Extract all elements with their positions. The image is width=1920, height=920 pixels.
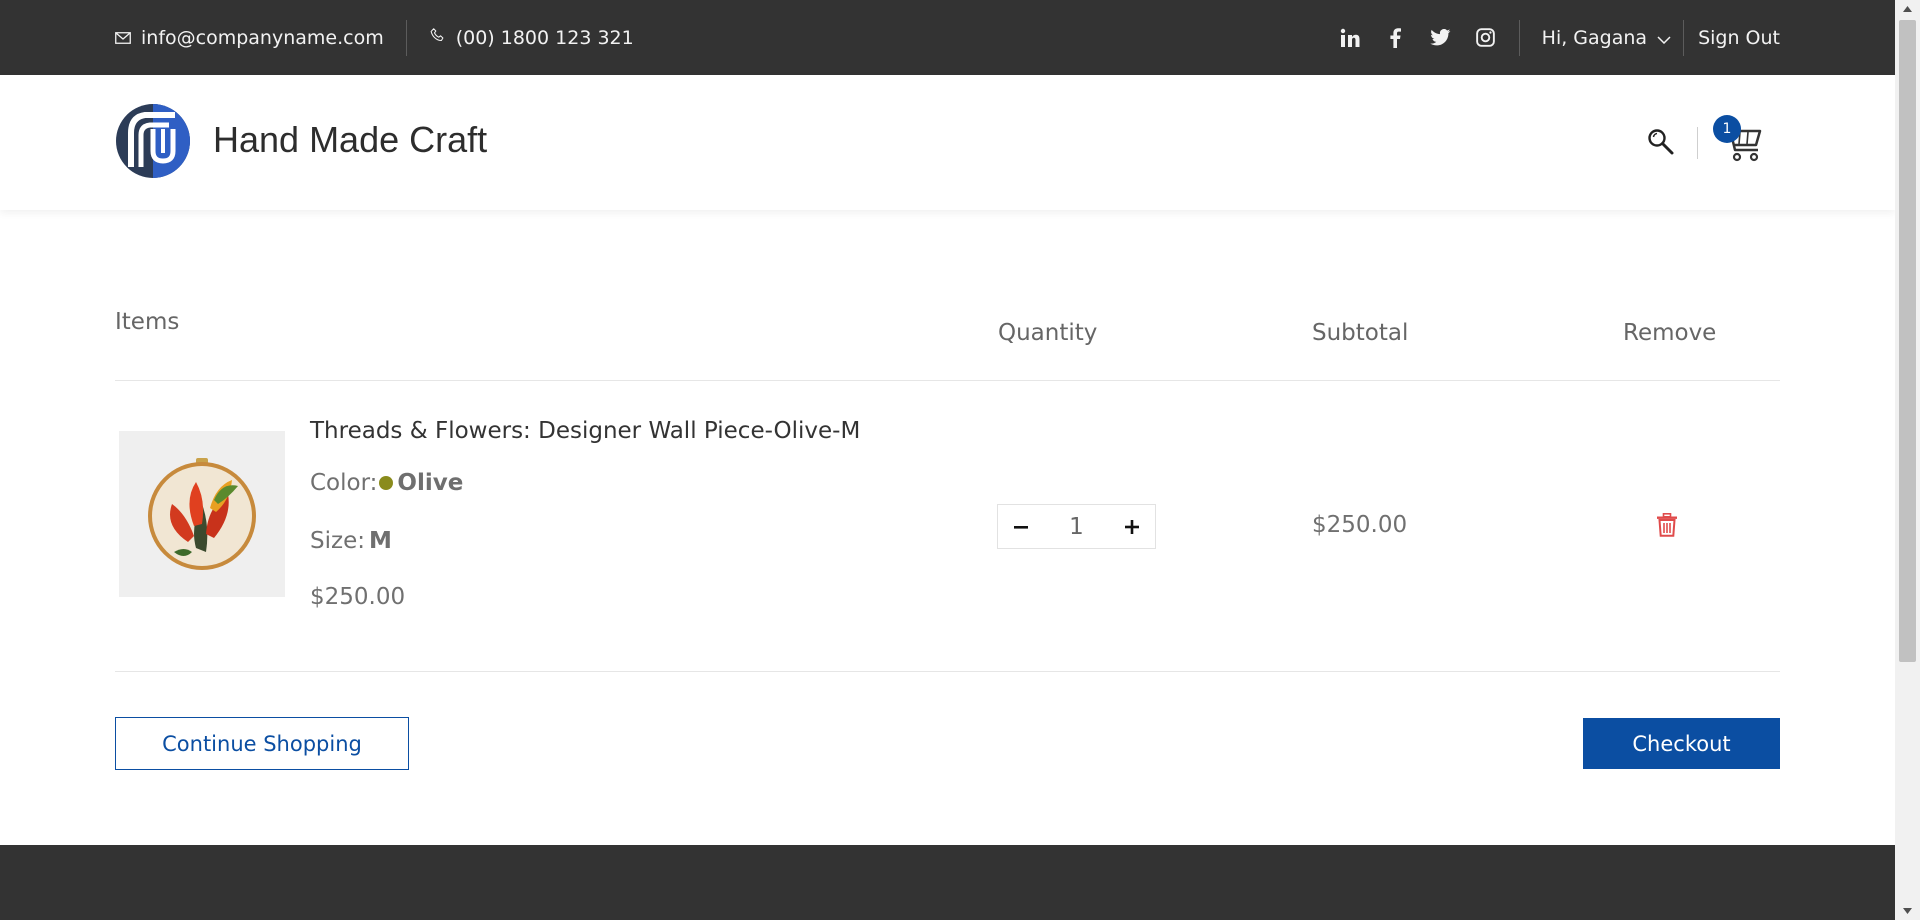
cart-count-badge: 1 xyxy=(1713,115,1741,143)
table-divider xyxy=(115,671,1780,672)
phone-icon xyxy=(429,27,446,49)
scroll-up-arrow-icon[interactable] xyxy=(1895,0,1920,18)
quantity-column-header: Quantity xyxy=(998,320,1098,346)
phone-text: (00) 1800 123 321 xyxy=(455,26,634,49)
product-size: Size: M xyxy=(310,528,392,554)
size-label: Size: xyxy=(310,528,365,554)
instagram-icon[interactable] xyxy=(1474,26,1497,49)
phone-contact[interactable]: (00) 1800 123 321 xyxy=(429,27,634,49)
quantity-stepper xyxy=(997,504,1156,549)
linkedin-icon[interactable] xyxy=(1339,26,1362,49)
user-greeting: Hi, Gagana xyxy=(1541,26,1648,49)
trash-icon[interactable] xyxy=(1656,513,1678,537)
divider xyxy=(405,19,407,56)
vertical-scrollbar[interactable] xyxy=(1895,0,1920,920)
social-links xyxy=(1339,26,1497,49)
unit-price: $250.00 xyxy=(310,584,406,610)
contact-info: info@companyname.com (00) 1800 123 321 xyxy=(115,0,634,75)
site-footer xyxy=(0,845,1895,920)
product-color: Color: Olive xyxy=(310,470,463,496)
continue-shopping-button[interactable]: Continue Shopping xyxy=(115,717,409,770)
email-contact[interactable]: info@companyname.com xyxy=(115,27,384,49)
minus-icon xyxy=(1014,525,1028,529)
mail-icon xyxy=(115,27,131,49)
search-icon[interactable] xyxy=(1646,127,1676,157)
plus-icon xyxy=(1125,519,1139,534)
size-value: M xyxy=(368,528,392,554)
facebook-icon[interactable] xyxy=(1384,26,1407,49)
remove-column-header: Remove xyxy=(1623,320,1717,346)
brand-name[interactable]: Hand Made Craft xyxy=(213,119,487,161)
table-divider xyxy=(115,380,1780,381)
items-column-header: Items xyxy=(115,309,180,335)
checkout-button[interactable]: Checkout xyxy=(1583,718,1780,769)
color-swatch xyxy=(379,476,394,490)
color-value: Olive xyxy=(397,470,464,496)
scrollbar-thumb[interactable] xyxy=(1899,20,1916,662)
row-subtotal: $250.00 xyxy=(1312,512,1408,538)
divider xyxy=(1518,19,1520,56)
decrease-quantity-button[interactable] xyxy=(998,505,1044,548)
user-menu[interactable]: Hi, Gagana xyxy=(1542,27,1671,49)
email-text: info@companyname.com xyxy=(141,26,384,49)
twitter-icon[interactable] xyxy=(1429,26,1452,49)
quantity-input[interactable] xyxy=(1046,513,1107,540)
account-area: Hi, Gagana Sign Out xyxy=(1339,0,1780,75)
divider xyxy=(1697,127,1698,159)
increase-quantity-button[interactable] xyxy=(1109,505,1155,548)
divider xyxy=(1683,19,1685,56)
subtotal-column-header: Subtotal xyxy=(1312,320,1409,346)
scroll-down-arrow-icon[interactable] xyxy=(1895,902,1920,920)
site-header: Hand Made Craft xyxy=(0,75,1895,210)
sign-out-link[interactable]: Sign Out xyxy=(1698,27,1780,49)
product-name[interactable]: Threads & Flowers: Designer Wall Piece-O… xyxy=(310,418,860,444)
color-label: Color: xyxy=(310,470,378,496)
top-bar: info@companyname.com (00) 1800 123 321 H… xyxy=(0,0,1895,75)
chevron-down-icon xyxy=(1657,27,1671,49)
product-thumbnail[interactable] xyxy=(119,431,285,597)
site-logo[interactable] xyxy=(115,103,191,179)
